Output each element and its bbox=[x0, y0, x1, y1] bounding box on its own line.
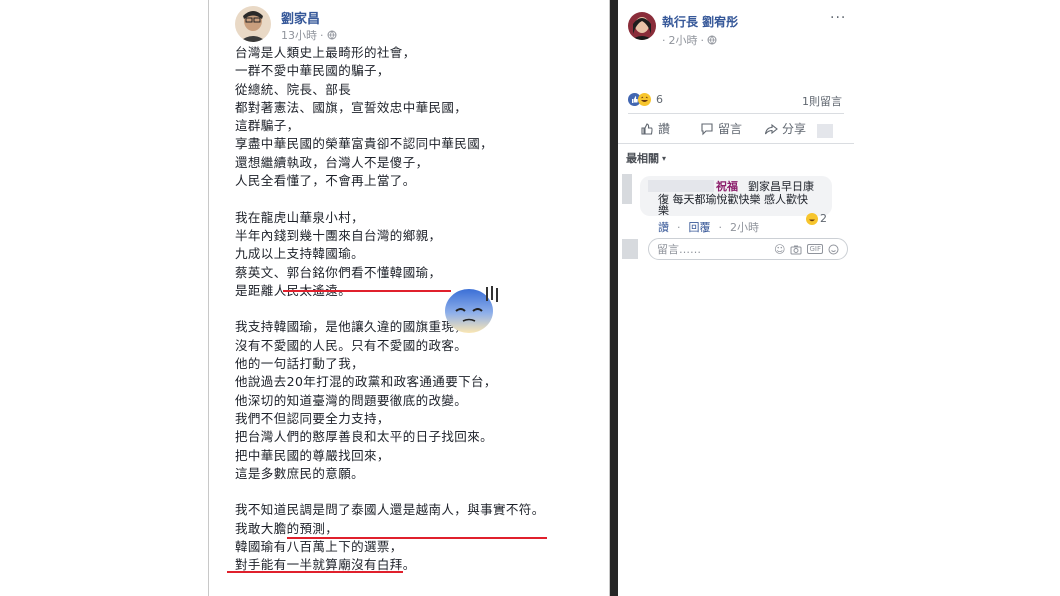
action-bar: 讚 留言 分享 bbox=[640, 120, 806, 137]
post-line: 我們不但認同要全力支持， bbox=[235, 410, 390, 426]
comment-time[interactable]: 2小時 bbox=[730, 219, 759, 235]
post-line: 韓國瑜有八百萬上下的選票， bbox=[235, 539, 403, 555]
comment-panel: 執行長 劉宥彤 · 2小時 · ··· 6 1則留言 讚 留言 分享 最相關 ▾ bbox=[618, 0, 854, 270]
post-line: 他說過去20年打混的政黨和政客通通要下台， bbox=[235, 374, 497, 390]
camera-icon[interactable] bbox=[790, 244, 802, 255]
dot-separator: · bbox=[700, 33, 705, 47]
post-line: 人民全看懂了，不會再上當了。 bbox=[235, 173, 416, 189]
comment-like-link[interactable]: 讚 bbox=[658, 219, 669, 235]
comment-text-2: 復 每天都瑜悅歡快樂 感人歡快 bbox=[658, 193, 808, 206]
comment-count[interactable]: 1則留言 bbox=[802, 93, 842, 109]
post-line: 這群騙子， bbox=[235, 118, 300, 134]
side-post-time-text: 2小時 bbox=[668, 34, 698, 47]
comment-input[interactable]: 留言…… ☺ GIF bbox=[648, 238, 848, 260]
globe-icon bbox=[707, 35, 717, 45]
comment-actions: 讚 · 回覆 · 2小時 bbox=[658, 219, 759, 235]
dot-separator: · bbox=[677, 220, 681, 234]
comment-text-3: 樂 bbox=[658, 204, 669, 217]
sort-dropdown[interactable]: 最相關 ▾ bbox=[626, 150, 666, 166]
highlight-underline bbox=[283, 290, 451, 292]
paragraph-2: 我在龍虎山華泉小村， 半年內錢到幾十團來自台灣的鄉親， 九成以上支持韓國瑜。 蔡… bbox=[235, 209, 595, 300]
haha-reaction-icon bbox=[638, 93, 651, 106]
post-body: 台灣是人類史上最畸形的社會， 一群不愛中華民國的騙子， 從總統、院長、部長 都對… bbox=[235, 44, 595, 593]
share-icon bbox=[764, 123, 778, 134]
sticker-icon[interactable] bbox=[828, 244, 839, 255]
highlight-underline bbox=[287, 537, 547, 539]
post-line: 我在龍虎山華泉小村， bbox=[235, 209, 365, 225]
comment-reaction-count: 2 bbox=[820, 212, 827, 225]
author-name[interactable]: 劉家昌 bbox=[281, 8, 320, 27]
post-line: 一群不愛中華民國的騙子， bbox=[235, 63, 390, 79]
author-avatar[interactable] bbox=[235, 6, 271, 42]
post-line: 都對著憲法、國旗，宣誓效忠中華民國， bbox=[235, 99, 468, 115]
dot-separator: · bbox=[320, 28, 324, 42]
post-line: 把中華民國的尊嚴找回來， bbox=[235, 447, 390, 463]
post-line: 他深切的知道臺灣的問題要徹底的改變。 bbox=[235, 392, 468, 408]
reaction-summary[interactable]: 6 bbox=[628, 93, 663, 106]
panel-divider bbox=[610, 0, 618, 596]
paragraph-1: 台灣是人類史上最畸形的社會， 一群不愛中華民國的騙子， 從總統、院長、部長 都對… bbox=[235, 44, 595, 190]
post-line: 九成以上支持韓國瑜。 bbox=[235, 246, 365, 262]
side-post-time[interactable]: · 2小時 · bbox=[662, 32, 717, 48]
censored-block bbox=[622, 174, 632, 204]
post-line: 把台灣人們的憨厚善良和太平的日子找回來。 bbox=[235, 429, 494, 445]
post-line: 享盡中華民國的榮華富貴卻不認同中華民國， bbox=[235, 136, 494, 152]
post-line: 半年內錢到幾十團來自台灣的鄉親， bbox=[235, 227, 442, 243]
sweat-face-icon bbox=[445, 286, 498, 333]
comment-reply-link[interactable]: 回覆 bbox=[689, 219, 711, 235]
dot-separator: · bbox=[718, 220, 723, 234]
post-time-text: 13小時 bbox=[281, 29, 317, 42]
thumbs-up-icon bbox=[641, 122, 653, 135]
sort-label: 最相關 bbox=[626, 152, 659, 165]
chevron-down-icon: ▾ bbox=[662, 153, 667, 163]
globe-icon bbox=[327, 30, 336, 40]
post-line: 我敢大膽的預測， bbox=[235, 520, 339, 536]
reaction-count: 6 bbox=[656, 93, 663, 106]
dot-separator: · bbox=[662, 33, 666, 47]
post-line: 蔡英文、郭台銘你們看不懂韓國瑜， bbox=[235, 264, 442, 280]
share-button[interactable]: 分享 bbox=[764, 120, 806, 137]
paragraph-3: 我支持韓國瑜，是他讓久違的國旗重現， 沒有不愛國的人民。只有不愛國的政客。 他的… bbox=[235, 318, 595, 483]
comment-button[interactable]: 留言 bbox=[700, 120, 742, 137]
share-label: 分享 bbox=[782, 122, 807, 136]
more-options-icon[interactable]: ··· bbox=[830, 10, 846, 26]
censored-block bbox=[622, 239, 638, 259]
comment-input-placeholder: 留言…… bbox=[657, 243, 701, 256]
censored-block bbox=[817, 124, 833, 138]
like-button[interactable]: 讚 bbox=[640, 120, 670, 137]
separator bbox=[628, 113, 844, 114]
post-line: 從總統、院長、部長 bbox=[235, 81, 352, 97]
post-line: 這是多數庶民的意願。 bbox=[235, 465, 365, 481]
highlight-underline bbox=[227, 571, 403, 573]
post-line: 台灣是人類史上最畸形的社會， bbox=[235, 45, 416, 60]
comment-label: 留言 bbox=[718, 122, 743, 136]
post-line: 我不知道民調是問了泰國人還是越南人，與事實不符。 bbox=[235, 502, 545, 518]
side-author-avatar[interactable] bbox=[628, 12, 656, 40]
comment-icon bbox=[701, 122, 713, 135]
facebook-post: 劉家昌 13小時 · 台灣是人類史上最畸形的社會， 一群不愛中華民國的騙子， 從… bbox=[208, 0, 610, 596]
haha-reaction-icon bbox=[806, 212, 818, 225]
comment-reactions[interactable]: 2 bbox=[806, 212, 827, 225]
emoji-icon[interactable]: ☺ bbox=[774, 243, 785, 256]
post-line: 沒有不愛國的人民。只有不愛國的政客。 bbox=[235, 337, 468, 353]
like-label: 讚 bbox=[658, 122, 671, 136]
gif-icon[interactable]: GIF bbox=[807, 244, 823, 254]
post-line: 我支持韓國瑜，是他讓久違的國旗重現， bbox=[235, 319, 468, 335]
side-author-name[interactable]: 執行長 劉宥彤 bbox=[662, 13, 738, 30]
post-time[interactable]: 13小時 · bbox=[281, 27, 337, 43]
post-line: 他的一句話打動了我， bbox=[235, 356, 365, 372]
separator bbox=[618, 143, 854, 144]
post-line: 還想繼續執政，台灣人不是傻子， bbox=[235, 154, 429, 170]
